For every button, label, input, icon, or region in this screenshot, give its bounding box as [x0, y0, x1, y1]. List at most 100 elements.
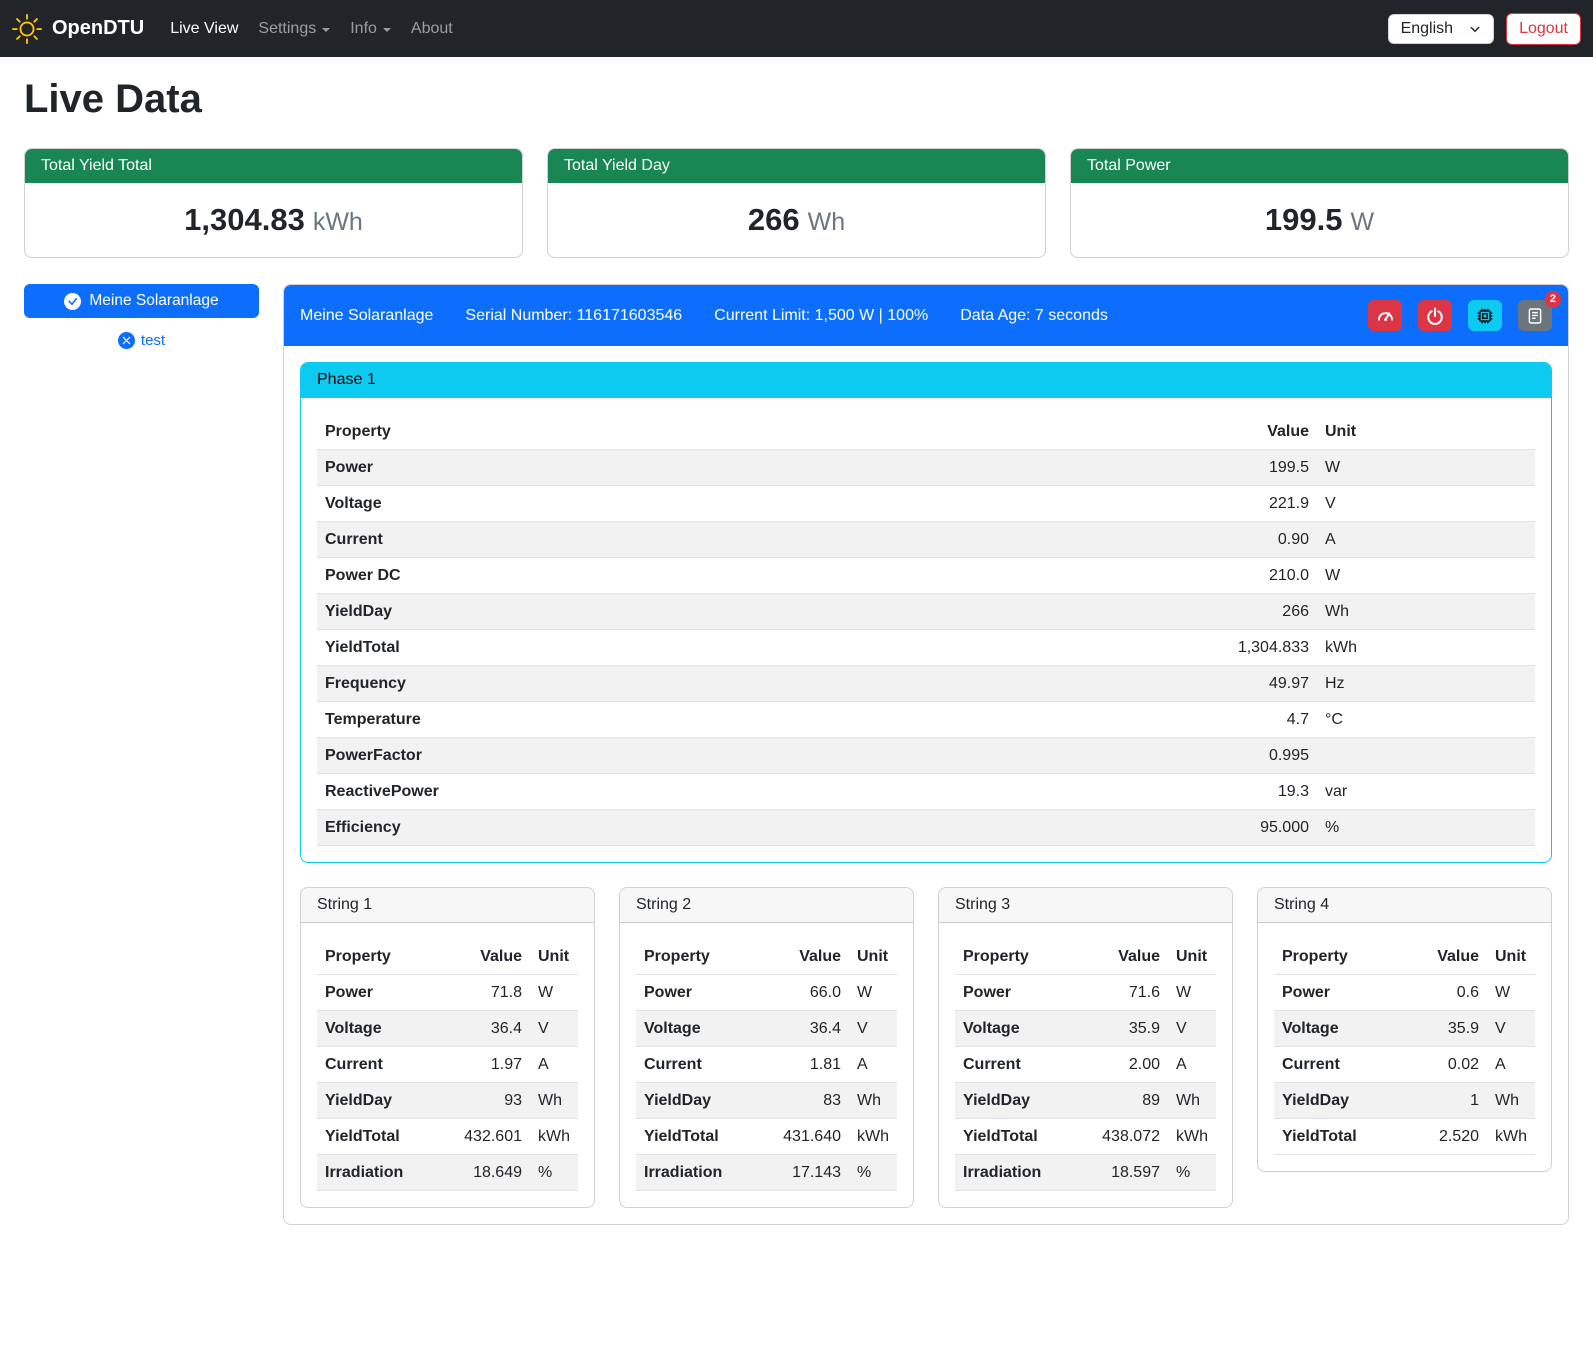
- phase-table-body: Power199.5WVoltage221.9VCurrent0.90APowe…: [317, 450, 1535, 846]
- limit-settings-button[interactable]: [1368, 300, 1402, 331]
- nav-item-live-view[interactable]: Live View: [162, 12, 246, 46]
- column-header-unit: Unit: [1487, 939, 1535, 975]
- value-cell: 35.9: [1404, 1011, 1487, 1047]
- string-card: String 3 Property Value Unit Power71.6WV…: [938, 887, 1233, 1208]
- string-table-body: Power0.6WVoltage35.9VCurrent0.02AYieldDa…: [1274, 975, 1535, 1155]
- chevron-down-icon: [322, 28, 330, 32]
- table-row: YieldTotal438.072kWh: [955, 1119, 1216, 1155]
- value-cell: 19.3: [915, 774, 1317, 810]
- table-row: Voltage36.4V: [317, 1011, 578, 1047]
- inverter-select-label: Meine Solaranlage: [89, 292, 218, 310]
- table-row: ReactivePower19.3var: [317, 774, 1535, 810]
- value-cell: 4.7: [915, 702, 1317, 738]
- inverter-card-body: Phase 1 Property Value Unit: [284, 346, 1568, 1224]
- property-cell: YieldTotal: [317, 1119, 436, 1155]
- brand-label: OpenDTU: [52, 17, 144, 40]
- value-cell: 431.640: [755, 1119, 849, 1155]
- table-row: Frequency49.97Hz: [317, 666, 1535, 702]
- unit-cell: %: [1317, 810, 1535, 846]
- page: OpenDTU Live View Settings Info About En…: [0, 0, 1593, 1359]
- string-card: String 2 Property Value Unit Power66.0WV…: [619, 887, 914, 1208]
- unit-cell: kWh: [1317, 630, 1535, 666]
- table-row: Power71.8W: [317, 975, 578, 1011]
- table-header-row: Property Value Unit: [955, 939, 1216, 975]
- device-info-button[interactable]: [1468, 300, 1502, 331]
- table-row: YieldTotal431.640kWh: [636, 1119, 897, 1155]
- table-row: YieldTotal432.601kWh: [317, 1119, 578, 1155]
- value-cell: 17.143: [755, 1155, 849, 1191]
- strings-row: String 1 Property Value Unit Power71.8WV…: [300, 887, 1552, 1208]
- phase-card-body: Property Value Unit Power199.5WVoltage22…: [301, 398, 1551, 862]
- property-cell: ReactivePower: [317, 774, 915, 810]
- string-card-body: Property Value Unit Power71.6WVoltage35.…: [939, 923, 1232, 1207]
- unit-cell: °C: [1317, 702, 1535, 738]
- table-row: YieldDay266Wh: [317, 594, 1535, 630]
- table-row: Efficiency95.000%: [317, 810, 1535, 846]
- nav-item-about[interactable]: About: [403, 12, 461, 46]
- column-header-property: Property: [1274, 939, 1404, 975]
- power-icon: [1426, 307, 1444, 325]
- nav-item-settings[interactable]: Settings: [250, 12, 338, 46]
- table-row: YieldTotal1,304.833kWh: [317, 630, 1535, 666]
- value-cell: 36.4: [436, 1011, 530, 1047]
- table-row: YieldTotal2.520kWh: [1274, 1119, 1535, 1155]
- table-row: YieldDay83Wh: [636, 1083, 897, 1119]
- property-cell: Temperature: [317, 702, 915, 738]
- brand[interactable]: OpenDTU: [12, 14, 144, 44]
- table-row: YieldDay89Wh: [955, 1083, 1216, 1119]
- table-row: Voltage221.9V: [317, 486, 1535, 522]
- table-row: Current0.02A: [1274, 1047, 1535, 1083]
- value-cell: 83: [755, 1083, 849, 1119]
- property-cell: Power: [636, 975, 755, 1011]
- property-cell: Current: [636, 1047, 755, 1083]
- property-cell: Efficiency: [317, 810, 915, 846]
- unit-cell: W: [849, 975, 897, 1011]
- string-table: Property Value Unit Power0.6WVoltage35.9…: [1274, 939, 1535, 1155]
- inverter-select-button[interactable]: Meine Solaranlage: [24, 284, 259, 318]
- inverter-actions: 2: [1368, 300, 1552, 331]
- nav-item-label: Info: [350, 20, 377, 38]
- table-row: PowerFactor0.995: [317, 738, 1535, 774]
- column-header-unit: Unit: [849, 939, 897, 975]
- table-row: Irradiation18.649%: [317, 1155, 578, 1191]
- content-row: Meine Solaranlage test Meine Solaranlage…: [24, 284, 1569, 1225]
- event-count-badge: 2: [1545, 291, 1561, 308]
- language-select-value: English: [1401, 20, 1453, 38]
- column-header-property: Property: [636, 939, 755, 975]
- value-cell: 221.9: [915, 486, 1317, 522]
- language-select[interactable]: English: [1388, 14, 1494, 44]
- phase-title: Phase 1: [301, 363, 1551, 398]
- logout-button[interactable]: Logout: [1506, 13, 1581, 45]
- value-cell: 438.072: [1074, 1119, 1168, 1155]
- summary-unit: kWh: [313, 208, 363, 236]
- table-row: Irradiation18.597%: [955, 1155, 1216, 1191]
- x-circle-icon: [118, 332, 135, 349]
- phase-table: Property Value Unit Power199.5WVoltage22…: [317, 414, 1535, 846]
- unit-cell: [1317, 738, 1535, 774]
- navbar-right: English Logout: [1388, 13, 1581, 45]
- column-header-property: Property: [955, 939, 1074, 975]
- table-header-row: Property Value Unit: [1274, 939, 1535, 975]
- unit-cell: Wh: [1487, 1083, 1535, 1119]
- property-cell: Power DC: [317, 558, 915, 594]
- value-cell: 36.4: [755, 1011, 849, 1047]
- unit-cell: kWh: [1487, 1119, 1535, 1155]
- table-row: Power71.6W: [955, 975, 1216, 1011]
- event-log-button[interactable]: 2: [1518, 300, 1552, 331]
- table-row: YieldDay1Wh: [1274, 1083, 1535, 1119]
- string-card: String 4 Property Value Unit Power0.6WVo…: [1257, 887, 1552, 1172]
- value-cell: 210.0: [915, 558, 1317, 594]
- total-power-card: Total Power 199.5W: [1070, 148, 1569, 258]
- property-cell: Voltage: [317, 486, 915, 522]
- summary-card-body: 266Wh: [548, 183, 1045, 257]
- table-row: Power0.6W: [1274, 975, 1535, 1011]
- value-cell: 266: [915, 594, 1317, 630]
- test-inverter-link[interactable]: test: [24, 332, 259, 349]
- unit-cell: A: [1487, 1047, 1535, 1083]
- property-cell: YieldTotal: [317, 630, 915, 666]
- nav-item-info[interactable]: Info: [342, 12, 399, 46]
- unit-cell: A: [849, 1047, 897, 1083]
- property-cell: Current: [1274, 1047, 1404, 1083]
- power-settings-button[interactable]: [1418, 300, 1452, 331]
- property-cell: Power: [955, 975, 1074, 1011]
